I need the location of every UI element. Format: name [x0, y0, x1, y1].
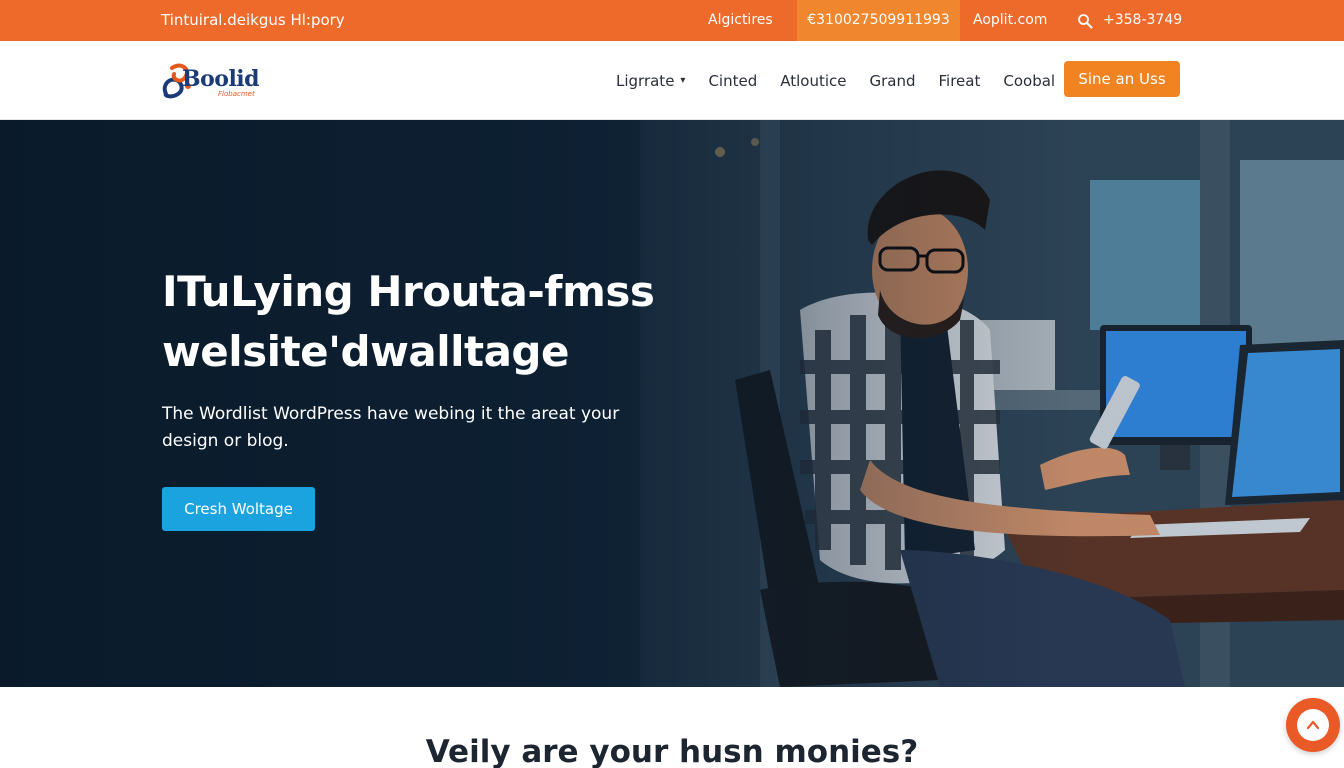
hero-cta-button[interactable]: Cresh Woltage — [162, 487, 315, 531]
chevron-up-icon — [1306, 720, 1320, 730]
search-icon[interactable] — [1077, 13, 1093, 29]
hero-title-line-1: ITuLying Hrouta-fmss — [162, 267, 655, 316]
section-heading: Veily are your husn monies? — [425, 734, 919, 768]
top-bar-search[interactable]: +358-3749 — [1077, 0, 1182, 41]
top-bar-tagline: Tintuiral.deikgus Hl:pory — [161, 11, 345, 29]
hero-title-line-2: welsite'dwalltage — [162, 327, 569, 376]
top-bar-phone[interactable]: +358-3749 — [1103, 0, 1182, 41]
nav-item-grand[interactable]: Grand — [870, 72, 916, 90]
hero-description: The Wordlist WordPress have webing it th… — [162, 404, 620, 451]
top-bar-email[interactable]: Aoplit.com — [973, 0, 1047, 41]
chevron-down-icon: ▾ — [680, 75, 686, 86]
nav-item-fireat[interactable]: Fireat — [939, 72, 981, 90]
top-bar-address[interactable]: Algictires — [708, 0, 773, 41]
signup-button[interactable]: Sine an Uss — [1064, 61, 1180, 97]
logo-subtext: Flobacmet — [218, 90, 255, 98]
logo-text: Boolid — [182, 66, 260, 92]
scroll-to-top-button[interactable] — [1286, 698, 1340, 752]
site-header: Boolid Flobacmet Ligrrate ▾ Cinted Atlou… — [0, 41, 1344, 120]
hero-title: ITuLying Hrouta-fmss welsite'dwalltage — [162, 262, 682, 382]
site-logo[interactable]: Boolid Flobacmet — [160, 60, 270, 102]
nav-item-cinted[interactable]: Cinted — [708, 72, 757, 90]
hero-section: ITuLying Hrouta-fmss welsite'dwalltage T… — [0, 120, 1344, 687]
main-nav: Ligrrate ▾ Cinted Atloutice Grand Fireat… — [616, 41, 1055, 120]
scroll-top-inner — [1297, 709, 1329, 741]
nav-item-atloutice[interactable]: Atloutice — [780, 72, 846, 90]
nav-item-label: Ligrrate — [616, 71, 675, 90]
top-bar: Tintuiral.deikgus Hl:pory Algictires €31… — [0, 0, 1344, 41]
top-bar-phone-box[interactable]: €310027509911993 — [797, 0, 960, 41]
nav-item-coobal[interactable]: Coobal — [1003, 72, 1055, 90]
nav-item-ligrrate[interactable]: Ligrrate ▾ — [616, 72, 685, 90]
